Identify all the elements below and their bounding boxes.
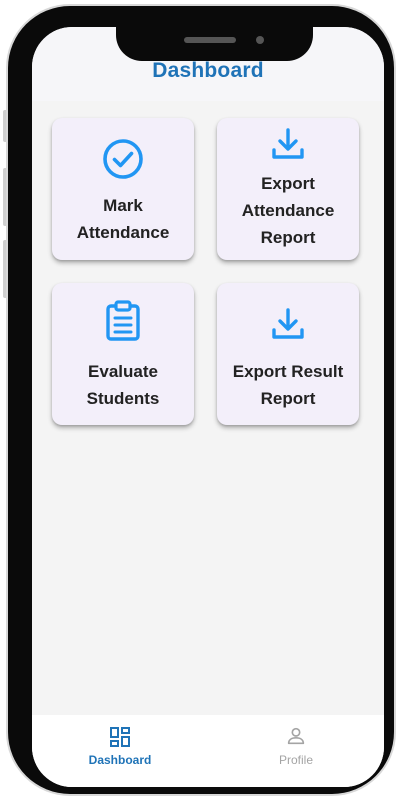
card-label: Export Result Report: [232, 362, 344, 408]
export-result-report-card[interactable]: Export Result Report: [217, 283, 359, 425]
screen: Dashboard Mark Attendance Export Attenda…: [32, 27, 384, 787]
download-icon: [272, 128, 304, 159]
mark-attendance-card[interactable]: Mark Attendance: [52, 118, 194, 260]
phone-frame: Dashboard Mark Attendance Export Attenda…: [8, 6, 394, 794]
grid-icon: [110, 727, 130, 747]
check-circle-icon: [103, 139, 143, 179]
download-icon: [272, 308, 304, 339]
nav-item-dashboard[interactable]: Dashboard: [32, 715, 208, 787]
front-camera: [256, 36, 264, 44]
card-label: Mark Attendance: [76, 196, 170, 242]
page-title: Dashboard: [152, 59, 264, 82]
phone-notch: [116, 27, 313, 61]
nav-label: Profile: [278, 753, 313, 767]
nav-item-profile[interactable]: Profile: [208, 715, 384, 787]
export-attendance-report-card[interactable]: Export Attendance Report: [217, 118, 359, 260]
nav-label: Dashboard: [88, 753, 152, 767]
card-label: Export Attendance Report: [241, 174, 335, 247]
clipboard-icon: [106, 300, 140, 341]
speaker-grille: [184, 37, 236, 43]
person-icon: [287, 727, 305, 745]
bottom-navigation: Dashboard Profile: [32, 715, 384, 787]
card-label: Evaluate Students: [86, 362, 160, 408]
evaluate-students-card[interactable]: Evaluate Students: [52, 283, 194, 425]
